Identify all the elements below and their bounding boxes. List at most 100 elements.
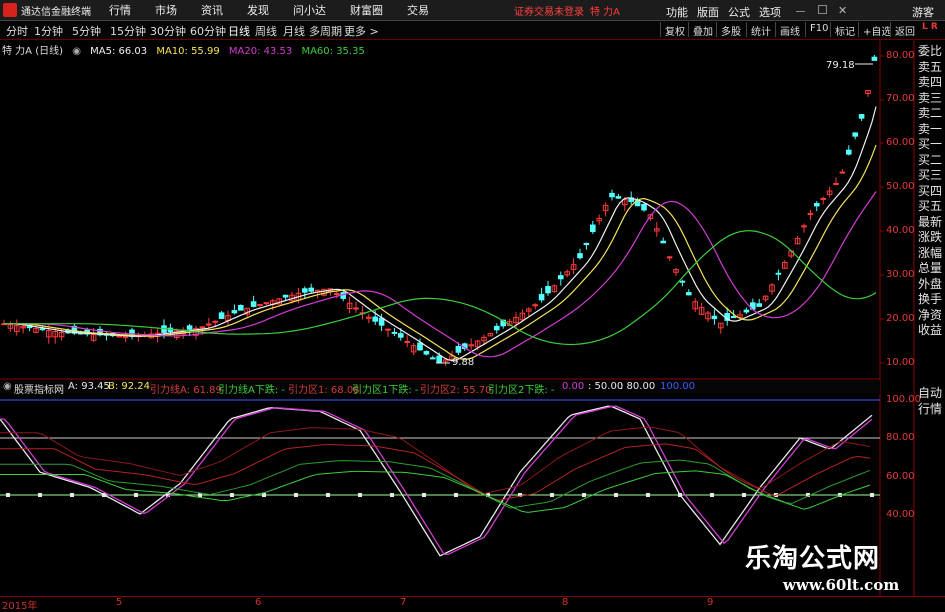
rp-buy3[interactable]: 买三 [915, 168, 945, 184]
menu-item-ask[interactable]: 问小达 [293, 2, 326, 18]
rp-change[interactable]: 涨跌 [915, 230, 945, 246]
candle-body [762, 295, 769, 301]
candle-body [570, 264, 577, 271]
candle-body [33, 328, 39, 333]
layout-toggle-icon[interactable]: L R [922, 22, 938, 32]
rp-sell5[interactable]: 卖五 [915, 60, 945, 76]
maximize-window-icon[interactable] [818, 5, 827, 14]
period-timeshare[interactable]: 分时 [6, 23, 28, 39]
rp-turnover[interactable]: 换手 [915, 292, 945, 308]
y-tick: 20.00 [886, 313, 915, 324]
stats-button[interactable]: 统计 [746, 22, 775, 38]
candle-body [129, 329, 135, 337]
overlay-button[interactable]: 叠加 [688, 22, 717, 38]
sub-y-tick: 40.00 [886, 509, 915, 520]
minimize-window-icon[interactable] [796, 5, 805, 12]
app-name: 通达信金融终端 [21, 6, 91, 18]
rp-buy4[interactable]: 买四 [915, 184, 945, 200]
rp-sell3[interactable]: 卖三 [915, 91, 945, 107]
f10-button[interactable]: F10 [805, 22, 832, 37]
candle-body [366, 316, 372, 319]
mark-button[interactable]: 标记 [830, 22, 859, 38]
rp-sell2[interactable]: 卖二 [915, 106, 945, 122]
candle-body [199, 326, 206, 329]
gravity-zone2-line [0, 459, 871, 509]
rp-weibi[interactable]: 委比 [915, 44, 945, 60]
watermark-title: 乐淘公式网 [745, 544, 881, 574]
adjust-button[interactable]: 复权 [660, 22, 689, 38]
rp-change-pct[interactable]: 涨幅 [915, 246, 945, 262]
period-30min[interactable]: 30分钟 [150, 23, 186, 39]
rp-sell1[interactable]: 卖一 [915, 122, 945, 138]
candle-body [417, 342, 423, 351]
menu-layout[interactable]: 版面 [697, 4, 719, 20]
watermark-url: www.60lt.com [783, 576, 900, 594]
menu-item-market[interactable]: 市场 [155, 2, 177, 18]
period-5min[interactable]: 5分钟 [72, 23, 101, 39]
back-button[interactable]: 返回 [890, 22, 919, 38]
candle-body [865, 90, 871, 95]
rp-buy2[interactable]: 买二 [915, 153, 945, 169]
menu-options[interactable]: 选项 [759, 4, 781, 20]
candle-body [7, 324, 14, 329]
candle-body [551, 285, 558, 293]
rp-buy5[interactable]: 买五 [915, 199, 945, 215]
rp-latest[interactable]: 最新 [915, 215, 945, 231]
menu-item-trade[interactable]: 交易 [407, 2, 429, 18]
candle-body [186, 325, 193, 330]
period-60min[interactable]: 60分钟 [190, 23, 226, 39]
rp-earnings[interactable]: 收益 [915, 323, 945, 339]
candle-body [26, 324, 33, 329]
login-status[interactable]: 证券交易未登录特 力A [514, 3, 620, 18]
rp-volume[interactable]: 总量 [915, 261, 945, 277]
indicator-title[interactable]: 股票指标网 [14, 381, 64, 396]
menu-item-discover[interactable]: 发现 [247, 2, 269, 18]
menu-formula[interactable]: 公式 [728, 4, 750, 20]
rp-sell4[interactable]: 卖四 [915, 75, 945, 91]
period-1min[interactable]: 1分钟 [34, 23, 63, 39]
candle-body [52, 331, 59, 338]
guest-user[interactable]: 游客 [912, 4, 934, 20]
period-15min[interactable]: 15分钟 [110, 23, 146, 39]
period-monthly[interactable]: 月线 [283, 23, 305, 39]
candle-body [353, 307, 359, 310]
period-multi[interactable]: 多周期 [309, 23, 342, 39]
menu-item-quotes[interactable]: 行情 [109, 2, 131, 18]
chart-title: 特 力A (日线) [2, 46, 64, 57]
y-tick: 60.00 [886, 137, 915, 148]
draw-line-button[interactable]: 画线 [775, 22, 804, 38]
ind-zone1-down: 引力区1下跌: - [352, 385, 419, 396]
candle-body [122, 335, 129, 339]
chart-markers [436, 63, 873, 364]
level-50-dot [838, 493, 842, 497]
candle-body [385, 328, 391, 331]
candle-body [538, 293, 545, 301]
period-more[interactable]: 更多 > [344, 23, 379, 39]
level-50-dot [678, 493, 682, 497]
period-weekly[interactable]: 周线 [255, 23, 277, 39]
menu-item-wealth[interactable]: 财富圈 [350, 2, 383, 18]
level-50-dot [710, 493, 714, 497]
candle-body [327, 288, 334, 292]
period-daily[interactable]: 日线 [228, 23, 250, 39]
indicator-settings-icon[interactable]: ◉ [3, 381, 12, 392]
rp-outer[interactable]: 外盘 [915, 277, 945, 293]
candle-body [340, 292, 346, 299]
menu-item-news[interactable]: 资讯 [201, 2, 223, 18]
menu-function[interactable]: 功能 [666, 4, 688, 20]
ma-settings-icon[interactable]: ◉ [72, 46, 81, 57]
rp-buy1[interactable]: 买一 [915, 137, 945, 153]
candle-body [513, 316, 519, 324]
candle-body [602, 204, 609, 212]
multi-stock-button[interactable]: 多股 [716, 22, 745, 38]
candle-body [270, 300, 276, 306]
candle-body [628, 197, 635, 203]
rp-net-assets[interactable]: 净资 [915, 308, 945, 324]
close-window-icon[interactable]: ✕ [838, 4, 847, 17]
ind-80: : 80.00 [620, 381, 656, 392]
ind-zone2: 引力区2: 55.70 [420, 385, 492, 396]
candle-body [193, 327, 199, 336]
ma5-line [4, 106, 877, 362]
candle-body [404, 340, 410, 343]
candles [1, 54, 878, 366]
